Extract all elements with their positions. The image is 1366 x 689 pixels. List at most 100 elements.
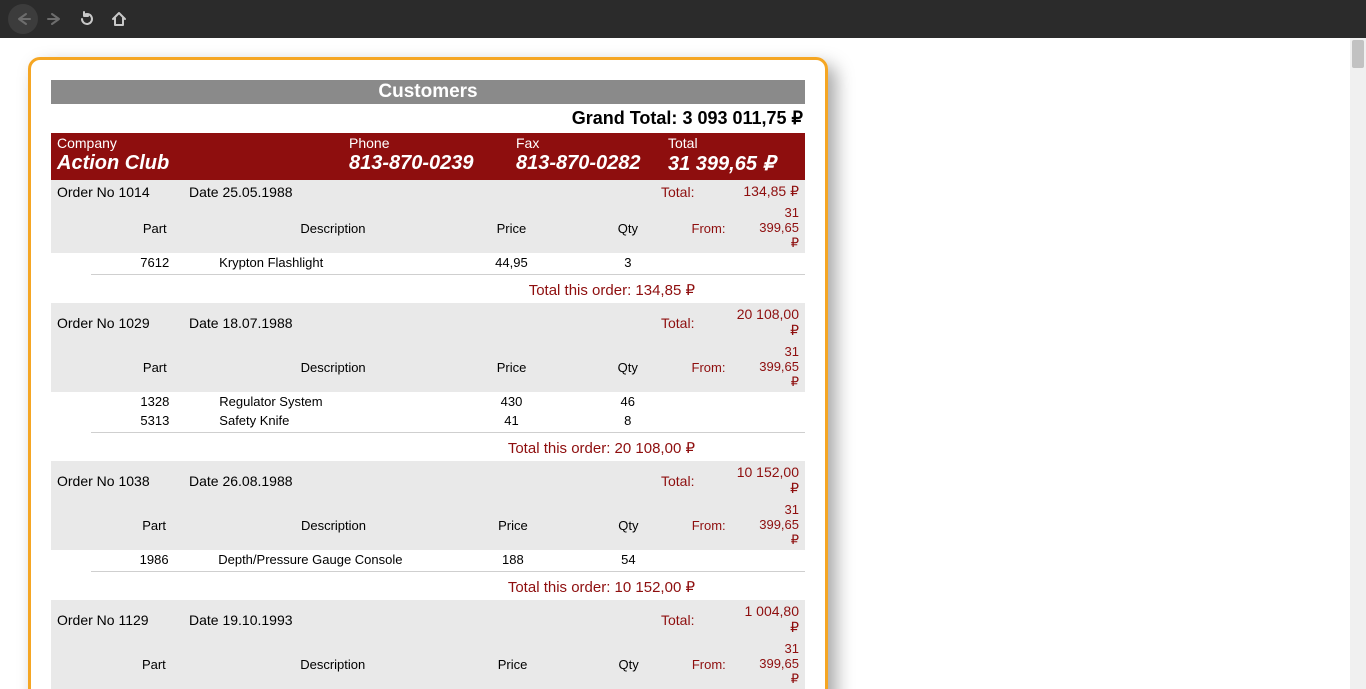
- order-no: Order No 1038: [51, 461, 183, 500]
- order-total-value: 1 004,80 ₽: [727, 600, 805, 639]
- order-total-value: 20 108,00 ₽: [727, 303, 805, 342]
- item-row: 5313 Safety Knife 41 8: [51, 411, 805, 430]
- order-date: Date 19.10.1993: [183, 600, 655, 639]
- report-title: Customers: [51, 80, 805, 104]
- grand-total-value: 3 093 011,75 ₽: [682, 108, 803, 128]
- order-total-value: 10 152,00 ₽: [727, 461, 805, 500]
- order-total-line: Total this order: 134,85 ₽: [51, 277, 805, 303]
- qty-col-header: Qty: [571, 500, 686, 550]
- item-price: 44,95: [453, 253, 570, 272]
- back-button[interactable]: [8, 4, 38, 34]
- total-label: Total: [662, 133, 805, 151]
- item-qty: 8: [570, 411, 685, 430]
- desc-col-header: Description: [213, 342, 453, 392]
- order-from-label: From:: [686, 203, 754, 253]
- item-desc: Krypton Flashlight: [213, 253, 453, 272]
- vertical-scrollbar[interactable]: [1350, 38, 1366, 689]
- price-col-header: Price: [453, 203, 570, 253]
- item-price: 188: [455, 550, 571, 569]
- divider: [91, 571, 805, 572]
- phone-value: 813-870-0239: [343, 151, 510, 180]
- company-label: Company: [51, 133, 343, 151]
- report-sheet: Customers Grand Total: 3 093 011,75 ₽ Co…: [28, 57, 828, 689]
- item-desc: Safety Knife: [213, 411, 453, 430]
- desc-col-header: Description: [212, 500, 455, 550]
- company-value: Action Club: [51, 151, 343, 180]
- order-no: Order No 1029: [51, 303, 183, 342]
- order-header: Order No 1038 Date 26.08.1988 Total: 10 …: [51, 461, 805, 500]
- part-col-header: Part: [96, 500, 212, 550]
- qty-col-header: Qty: [571, 639, 685, 689]
- item-qty: 54: [571, 550, 686, 569]
- item-row: 7612 Krypton Flashlight 44,95 3: [51, 253, 805, 272]
- fax-value: 813-870-0282: [510, 151, 662, 180]
- arrow-right-icon: [47, 11, 63, 27]
- arrow-left-icon: [15, 11, 31, 27]
- phone-label: Phone: [343, 133, 510, 151]
- order-total-value: 134,85 ₽: [727, 180, 805, 203]
- part-table: Part Description Price Qty From: 31 399,…: [51, 342, 805, 430]
- order-no: Order No 1129: [51, 600, 183, 639]
- part-table: Part Description Price Qty From: 31 399,…: [51, 500, 805, 569]
- item-row: 1986 Depth/Pressure Gauge Console 188 54: [51, 550, 805, 569]
- part-col-header: Part: [96, 639, 212, 689]
- browser-toolbar: [0, 0, 1366, 38]
- part-col-header: Part: [96, 203, 213, 253]
- order-from-value: 31 399,65 ₽: [753, 342, 805, 392]
- divider: [91, 274, 805, 275]
- price-col-header: Price: [455, 500, 571, 550]
- page-viewport[interactable]: Customers Grand Total: 3 093 011,75 ₽ Co…: [0, 38, 1366, 689]
- item-desc: Depth/Pressure Gauge Console: [212, 550, 455, 569]
- item-price: 41: [453, 411, 570, 430]
- reload-button[interactable]: [72, 4, 102, 34]
- order-from-value: 31 399,65 ₽: [753, 639, 805, 689]
- order-total-line: Total this order: 10 152,00 ₽: [51, 574, 805, 600]
- order-from-value: 31 399,65 ₽: [753, 500, 805, 550]
- qty-col-header: Qty: [570, 203, 685, 253]
- home-icon: [111, 11, 127, 27]
- scroll-thumb[interactable]: [1352, 40, 1364, 68]
- reload-icon: [79, 11, 95, 27]
- item-part: 7612: [96, 253, 213, 272]
- order-header: Order No 1014 Date 25.05.1988 Total: 134…: [51, 180, 805, 203]
- qty-col-header: Qty: [570, 342, 685, 392]
- order-header: Order No 1029 Date 18.07.1988 Total: 20 …: [51, 303, 805, 342]
- customer-header: Company Phone Fax Total Action Club 813-…: [51, 133, 805, 180]
- order-header: Order No 1129 Date 19.10.1993 Total: 1 0…: [51, 600, 805, 639]
- order-date: Date 26.08.1988: [183, 461, 655, 500]
- item-desc: Regulator System: [213, 392, 453, 411]
- order-total-line: Total this order: 20 108,00 ₽: [51, 435, 805, 461]
- item-qty: 3: [570, 253, 685, 272]
- part-col-header: Part: [96, 342, 213, 392]
- grand-total: Grand Total: 3 093 011,75 ₽: [51, 104, 805, 133]
- item-qty: 46: [570, 392, 685, 411]
- order-total-label: Total:: [655, 461, 727, 500]
- item-row: 1328 Regulator System 430 46: [51, 392, 805, 411]
- item-part: 5313: [96, 411, 213, 430]
- order-from-label: From:: [686, 500, 754, 550]
- price-col-header: Price: [453, 342, 570, 392]
- order-date: Date 18.07.1988: [183, 303, 655, 342]
- order-total-label: Total:: [655, 600, 727, 639]
- order-total-label: Total:: [655, 180, 727, 203]
- order-from-label: From:: [686, 342, 754, 392]
- fax-label: Fax: [510, 133, 662, 151]
- order-no: Order No 1014: [51, 180, 183, 203]
- desc-col-header: Description: [213, 203, 453, 253]
- order-from-label: From:: [686, 639, 753, 689]
- grand-total-label: Grand Total:: [572, 108, 683, 128]
- divider: [91, 432, 805, 433]
- order-total-label: Total:: [655, 303, 727, 342]
- part-table: Part Description Price Qty From: 31 399,…: [51, 639, 805, 689]
- price-col-header: Price: [454, 639, 572, 689]
- order-from-value: 31 399,65 ₽: [753, 203, 805, 253]
- home-button[interactable]: [104, 4, 134, 34]
- customer-total-value: 31 399,65 ₽: [662, 151, 805, 180]
- item-part: 1328: [96, 392, 213, 411]
- desc-col-header: Description: [212, 639, 454, 689]
- order-date: Date 25.05.1988: [183, 180, 655, 203]
- item-part: 1986: [96, 550, 212, 569]
- forward-button[interactable]: [40, 4, 70, 34]
- part-table: Part Description Price Qty From: 31 399,…: [51, 203, 805, 272]
- item-price: 430: [453, 392, 570, 411]
